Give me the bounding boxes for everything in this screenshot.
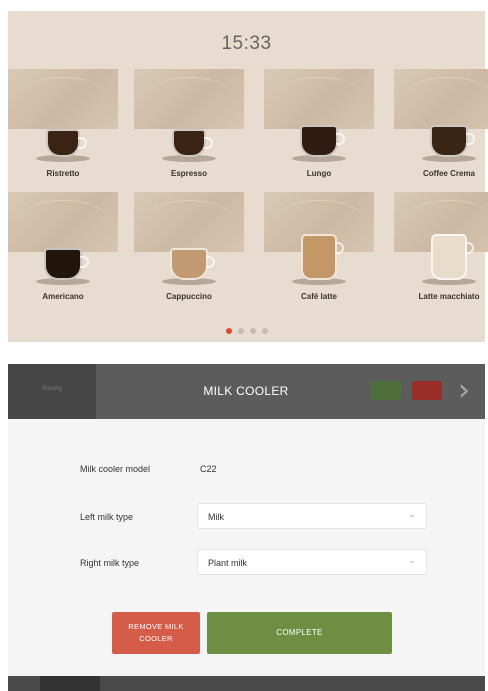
cup-handle — [466, 133, 475, 145]
right-milk-type-select[interactable]: Plant milk ⌄ — [197, 549, 427, 575]
cup-handle — [78, 137, 87, 149]
drink-tile[interactable]: Coffee Crema — [394, 69, 488, 189]
header-bar: Rinsing MILK COOLER › — [8, 364, 485, 419]
cup-handle — [204, 137, 213, 149]
footer-tab — [40, 676, 100, 691]
drink-label: Coffee Crema — [422, 169, 475, 178]
drink-tile[interactable]: Espresso — [134, 69, 244, 189]
remove-button-label-line1: REMOVE MILK — [128, 622, 184, 631]
tile-background — [134, 69, 244, 129]
right-milk-type-value: Plant milk — [208, 558, 248, 568]
complete-button[interactable]: COMPLETE — [207, 612, 392, 654]
remove-button-label-line2: COOLER — [139, 634, 173, 643]
cup-handle — [465, 242, 474, 254]
side-tab-label: Rinsing — [41, 386, 62, 392]
drink-tile[interactable]: Ristretto — [8, 69, 118, 189]
coffee-cup-icon — [44, 248, 89, 280]
remove-milk-cooler-button[interactable]: REMOVE MILK COOLER — [112, 612, 200, 654]
coffee-cup-icon — [301, 234, 344, 280]
tile-background — [8, 69, 118, 129]
drink-grid: Ristretto Espresso Lungo Coffee Crema Americ… — [8, 11, 488, 342]
cup-handle — [80, 256, 89, 268]
coffee-cup-icon — [172, 129, 213, 157]
page-dot[interactable] — [249, 328, 256, 334]
page-title: MILK COOLER — [203, 384, 289, 398]
left-milk-type-label: Left milk type — [80, 512, 134, 522]
drink-tile[interactable]: Lungo — [264, 69, 374, 189]
chevron-right-icon[interactable]: › — [458, 376, 482, 406]
drink-tile[interactable]: Latte macchiato — [394, 192, 488, 312]
cup-handle — [335, 242, 344, 254]
drink-label: Café latte — [300, 292, 337, 301]
tile-background — [394, 69, 488, 129]
left-milk-type-select[interactable]: Milk ⌄ — [197, 503, 427, 529]
tile-background — [264, 69, 374, 129]
drink-menu-panel: 15:33 Ristretto Espresso Lungo Coffee Crema… — [8, 11, 488, 342]
chevron-down-icon: ⌄ — [408, 510, 416, 520]
coffee-cup-icon — [300, 125, 345, 157]
page-indicator — [8, 321, 485, 339]
milk-cooler-dialog: Milk cooler model C22 Left milk type Mil… — [8, 419, 485, 676]
drink-label: Ristretto — [46, 169, 80, 178]
drink-tile[interactable]: Cappuccino — [134, 192, 244, 312]
coffee-cup-icon — [46, 129, 87, 157]
drink-label: Latte macchiato — [418, 292, 480, 301]
coffee-cup-icon — [430, 125, 475, 157]
drink-label: Americano — [42, 292, 84, 301]
chevron-down-icon: ⌄ — [408, 556, 416, 566]
right-milk-type-label: Right milk type — [80, 558, 140, 568]
green-status-icon[interactable] — [371, 381, 401, 400]
coffee-cup-icon — [431, 234, 474, 280]
model-value: C22 — [200, 464, 217, 474]
drink-label: Espresso — [170, 169, 208, 178]
coffee-cup-icon — [170, 248, 215, 280]
tile-background — [134, 192, 244, 252]
milk-cooler-screen: Rinsing MILK COOLER › Milk cooler model … — [8, 364, 485, 691]
drink-tile[interactable]: Café latte — [264, 192, 374, 312]
page-dot[interactable] — [237, 328, 244, 334]
drink-tile[interactable]: Americano — [8, 192, 118, 312]
red-status-icon[interactable] — [412, 381, 442, 400]
drink-label: Lungo — [306, 169, 332, 178]
cup-handle — [206, 256, 215, 268]
side-tab[interactable]: Rinsing — [8, 364, 96, 419]
model-label: Milk cooler model — [80, 464, 151, 474]
cup-handle — [336, 133, 345, 145]
drink-label: Cappuccino — [166, 292, 212, 301]
left-milk-type-value: Milk — [208, 512, 224, 522]
tile-background — [8, 192, 118, 252]
page-dot[interactable] — [225, 328, 232, 334]
page-dot[interactable] — [261, 328, 268, 334]
